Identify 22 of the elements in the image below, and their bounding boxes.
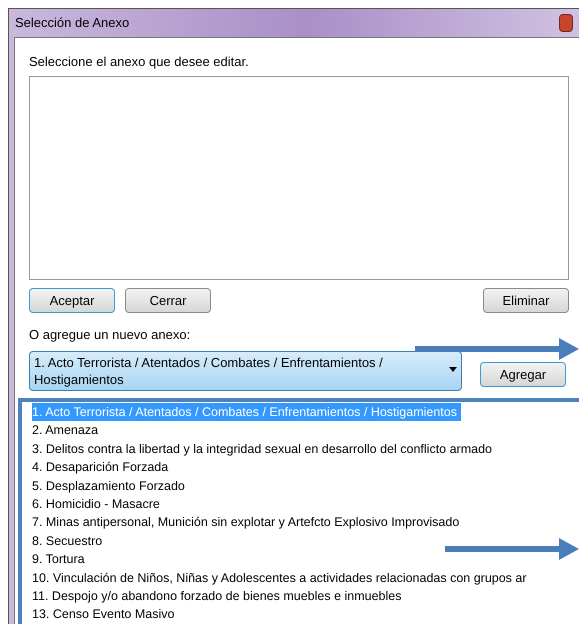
delete-button[interactable]: Eliminar [483,288,569,313]
caret-icon [449,367,457,372]
dropdown-option[interactable]: 11. Despojo y/o abandono forzado de bienes muebles e inmuebles [32,586,406,606]
dropdown-option[interactable]: 8. Secuestro [32,532,106,550]
dropdown-option[interactable]: 6. Homicidio - Masacre [32,494,164,514]
add-annex-label: O agregue un nuevo anexo: [29,326,192,344]
dropdown-option[interactable]: 2. Amenaza [32,421,102,440]
accept-button[interactable]: Aceptar [29,288,115,313]
annex-dropdown[interactable]: 1. Acto Terrorista / Atentados / Combates / Enfrentamientos / Hostigamientos [29,351,462,391]
dropdown-option[interactable]: 4. Desaparición Forzada [32,458,172,477]
dropdown-option[interactable]: 5. Desplazamiento Forzado [32,476,189,495]
prompt-text: Seleccione el anexo que desee editar. [29,53,250,71]
close-dialog-button[interactable]: Cerrar [125,288,211,313]
dropdown-option[interactable]: 10. Vinculación de Niños, Niñas y Adolescentes a actividades relacionadas con grupos ar [32,568,531,587]
dropdown-option[interactable]: 3. Delitos contra la libertad y la integridad sexual en desarrollo del conflicto armado [32,440,496,458]
dropdown-option[interactable]: 7. Minas antipersonal, Munición sin explotar y Artefcto Explosivo Improvisado [32,513,464,532]
dropdown-option[interactable]: 9. Tortura [32,550,89,569]
dropdown-option[interactable]: 13. Censo Evento Masivo [32,605,178,624]
window-title: Selección de Anexo [15,14,130,32]
arrow-icon [415,338,579,360]
close-button[interactable] [559,14,573,32]
add-button[interactable]: Agregar [480,362,566,387]
